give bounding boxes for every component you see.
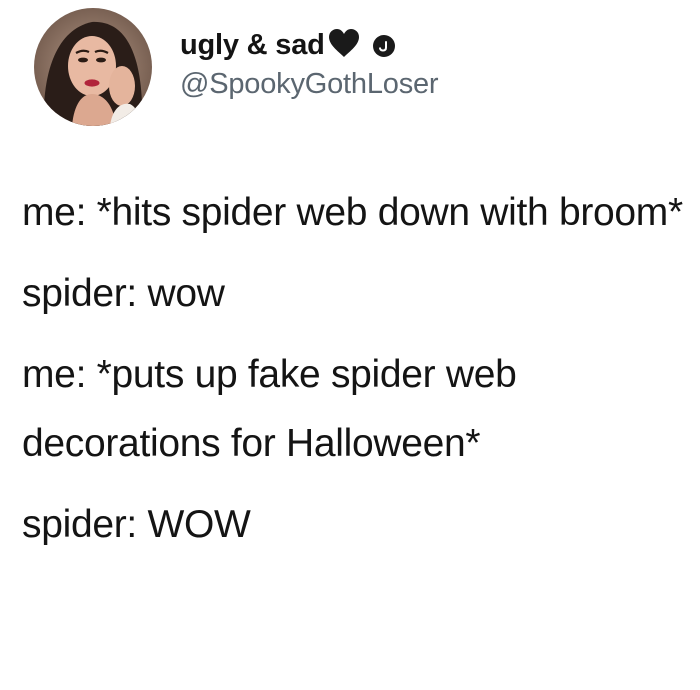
- avatar-photo: [34, 8, 152, 126]
- tweet-line: me: *hits spider web down with broom*: [22, 191, 683, 234]
- tweet-line: spider: wow: [22, 272, 225, 315]
- black-heart-icon: [327, 28, 361, 63]
- name-row: ugly & sad: [180, 26, 438, 66]
- verified-badge-icon: [372, 34, 395, 57]
- tweet-line: spider: WOW: [22, 503, 251, 546]
- avatar[interactable]: [34, 8, 152, 126]
- user-handle[interactable]: @SpookyGothLoser: [180, 68, 439, 101]
- tweet-text: me: *hits spider web down with broom* sp…: [22, 178, 692, 571]
- tweet-card: ugly & sad @SpookyGothLoser me: *hits sp…: [0, 0, 700, 690]
- tweet-line: me: *puts up fake spider web decorations…: [22, 353, 517, 465]
- tweet-header: ugly & sad @SpookyGothLoser: [34, 8, 439, 126]
- user-identity: ugly & sad @SpookyGothLoser: [180, 26, 439, 101]
- display-name[interactable]: ugly & sad: [180, 29, 325, 62]
